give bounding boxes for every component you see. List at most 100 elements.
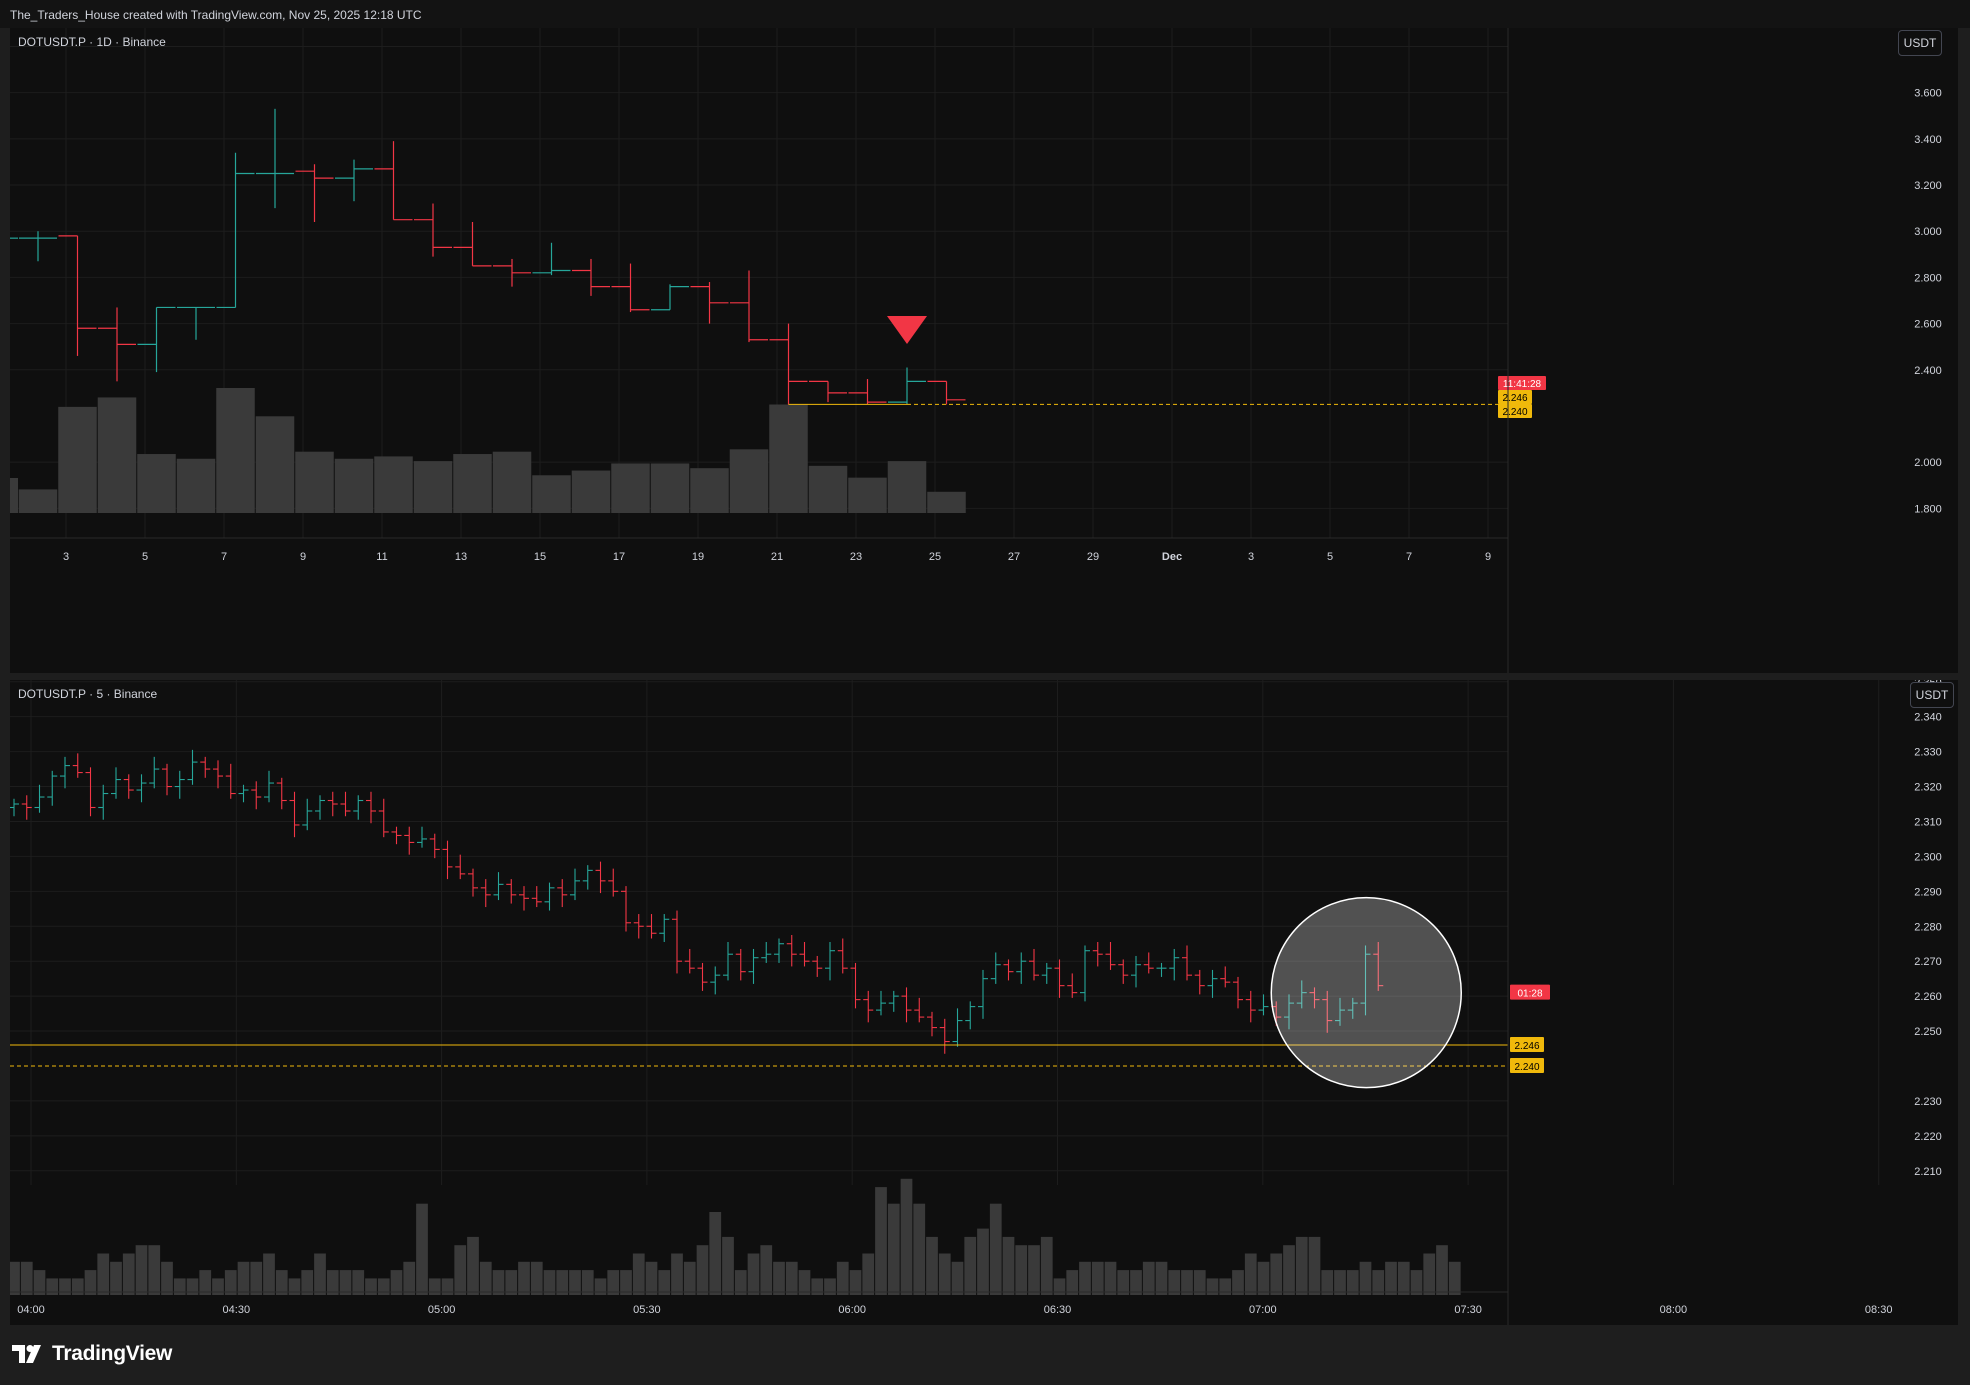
volume-bar bbox=[71, 1278, 84, 1295]
volume-bar bbox=[10, 478, 18, 513]
x-axis-tick-label: 07:30 bbox=[1454, 1304, 1482, 1316]
x-axis-tick-label: 17 bbox=[613, 551, 625, 563]
y-axis-tick-label: 3.600 bbox=[1914, 88, 1942, 100]
volume-bar bbox=[224, 1270, 237, 1295]
volume-bar bbox=[569, 1270, 581, 1295]
volume-bar bbox=[326, 1270, 339, 1295]
x-axis-tick-label: 08:30 bbox=[1865, 1304, 1893, 1316]
volume-bar bbox=[413, 461, 453, 513]
volume-bar bbox=[620, 1270, 632, 1295]
x-axis-tick-label: 9 bbox=[300, 551, 306, 563]
y-axis-tick-label: 1.800 bbox=[1914, 503, 1942, 515]
volume-bar bbox=[441, 1278, 454, 1295]
x-axis-tick-label: 05:00 bbox=[428, 1304, 456, 1316]
volume-bar bbox=[275, 1270, 288, 1295]
volume-bar bbox=[518, 1261, 530, 1295]
volume-bar bbox=[1040, 1236, 1053, 1295]
volume-bar bbox=[295, 451, 334, 513]
daily-chart-pane[interactable]: 3.8003.6003.4003.2003.0002.8002.6002.400… bbox=[10, 28, 1958, 673]
volume-bar bbox=[887, 461, 927, 513]
price-label-text: 2.240 bbox=[1514, 1062, 1539, 1073]
volume-bar bbox=[530, 1261, 543, 1295]
volume-bar bbox=[808, 465, 848, 513]
volume-bar bbox=[683, 1261, 696, 1295]
y-axis-tick-label: 2.000 bbox=[1914, 457, 1942, 469]
volume-bar bbox=[875, 1187, 887, 1295]
volume-bar bbox=[696, 1245, 709, 1295]
volume-bar bbox=[18, 489, 58, 513]
volume-bar bbox=[849, 1270, 862, 1295]
volume-bar bbox=[1385, 1261, 1397, 1295]
volume-bar bbox=[453, 454, 492, 513]
volume-bar bbox=[365, 1278, 377, 1295]
x-axis-tick-label: 04:00 bbox=[17, 1304, 45, 1316]
y-axis-tick-label: 2.310 bbox=[1914, 816, 1942, 828]
intraday-chart-pane[interactable]: 04:00 04:30 05:00 05:30 06:00 06:30 07:00 07:30… bbox=[10, 680, 1958, 1325]
volume-bar bbox=[1308, 1236, 1321, 1295]
volume-bar bbox=[1372, 1270, 1385, 1295]
daily-chart-canvas[interactable]: 3.8003.6003.4003.2003.0002.8002.6002.400… bbox=[10, 28, 1958, 673]
volume-bar bbox=[1410, 1270, 1423, 1295]
x-axis-tick-label: 13 bbox=[455, 551, 467, 563]
volume-bar bbox=[377, 1278, 390, 1295]
x-axis-tick-label: 21 bbox=[771, 551, 783, 563]
volume-bar bbox=[1448, 1261, 1461, 1295]
volume-bar bbox=[862, 1253, 875, 1295]
volume-bar bbox=[58, 406, 97, 513]
volume-bar bbox=[690, 468, 729, 513]
x-axis-tick-label: 08:00 bbox=[1660, 1304, 1688, 1316]
x-axis-tick-label: 15 bbox=[534, 551, 546, 563]
volume-bar bbox=[1142, 1261, 1155, 1295]
y-axis-tick-label: 2.400 bbox=[1914, 365, 1942, 377]
volume-bar bbox=[709, 1212, 722, 1295]
volume-bar bbox=[951, 1261, 964, 1295]
intraday-chart-canvas[interactable]: 04:00 04:30 05:00 05:30 06:00 06:30 07:00 07:30… bbox=[10, 680, 1958, 1325]
volume-bar bbox=[301, 1270, 314, 1295]
volume-bar bbox=[479, 1261, 492, 1295]
volume-bar bbox=[1193, 1270, 1206, 1295]
volume-bar bbox=[122, 1253, 135, 1295]
volume-bar bbox=[97, 397, 137, 513]
volume-bar bbox=[334, 458, 374, 513]
volume-bar bbox=[543, 1270, 556, 1295]
pane1-currency-button[interactable]: USDT bbox=[1898, 30, 1942, 56]
volume-bar bbox=[989, 1203, 1002, 1295]
volume-bar bbox=[594, 1278, 607, 1295]
y-axis-tick-label: 2.280 bbox=[1914, 921, 1942, 933]
volume-bar bbox=[255, 416, 295, 513]
volume-bar bbox=[1232, 1270, 1244, 1295]
volume-bar bbox=[734, 1270, 747, 1295]
x-axis-tick-label: 5 bbox=[142, 551, 148, 563]
volume-bar bbox=[773, 1261, 785, 1295]
volume-bar bbox=[1346, 1270, 1359, 1295]
volume-bar bbox=[416, 1203, 428, 1295]
y-axis-tick-label: 2.330 bbox=[1914, 747, 1942, 759]
pane2-currency-button[interactable]: USDT bbox=[1910, 682, 1954, 708]
y-axis-tick-label: 2.250 bbox=[1914, 1026, 1942, 1038]
pane1-symbol-title[interactable]: DOTUSDT.P · 1D · Binance bbox=[18, 35, 166, 49]
x-axis-tick-label: 05:30 bbox=[633, 1304, 661, 1316]
x-axis-tick-label: 7 bbox=[221, 551, 227, 563]
tradingview-logo[interactable]: TradingView bbox=[12, 1342, 172, 1366]
volume-bar bbox=[110, 1261, 122, 1295]
x-axis-tick-label: 27 bbox=[1008, 551, 1020, 563]
price-label-text: 01:28 bbox=[1517, 989, 1542, 1000]
volume-bar bbox=[186, 1278, 199, 1295]
volume-bar bbox=[964, 1236, 977, 1295]
volume-bar bbox=[632, 1253, 645, 1295]
y-axis-tick-label: 2.320 bbox=[1914, 782, 1942, 794]
volume-bar bbox=[760, 1245, 773, 1295]
volume-bar bbox=[1295, 1236, 1308, 1295]
y-axis-tick-label: 2.300 bbox=[1914, 851, 1942, 863]
volume-bar bbox=[250, 1261, 263, 1295]
volume-bar bbox=[900, 1178, 913, 1295]
volume-bar bbox=[913, 1203, 926, 1295]
footer-bar bbox=[0, 1325, 1970, 1385]
volume-bar bbox=[137, 454, 176, 513]
volume-bar bbox=[607, 1270, 620, 1295]
x-axis-tick-label: 3 bbox=[63, 551, 69, 563]
volume-bar bbox=[1104, 1261, 1117, 1295]
x-axis-tick-label: 19 bbox=[692, 551, 704, 563]
x-axis-tick-label: 3 bbox=[1248, 551, 1254, 563]
pane2-symbol-title[interactable]: DOTUSDT.P · 5 · Binance bbox=[18, 687, 157, 701]
